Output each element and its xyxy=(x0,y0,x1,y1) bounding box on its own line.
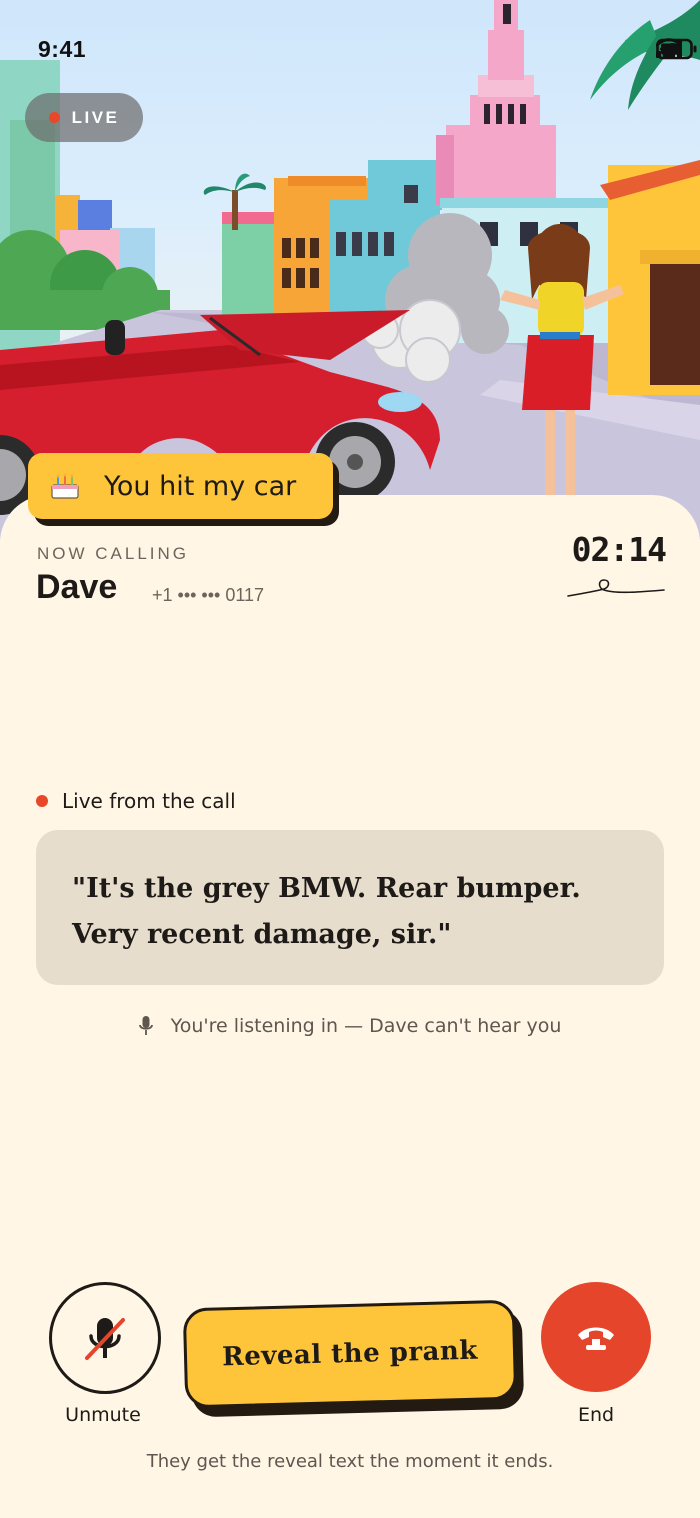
status-bar: 9:41 xyxy=(0,0,700,100)
battery-icon xyxy=(656,38,697,60)
scenario-label: You hit my car xyxy=(104,470,297,502)
transcript-quote: "It's the grey BMW. Rear bumper. Very re… xyxy=(72,873,581,950)
end-call-button[interactable] xyxy=(541,1282,651,1392)
contact-number: +1 ••• ••• 0117 xyxy=(152,585,265,605)
live-dot-icon xyxy=(48,112,60,123)
reveal-prank-button[interactable]: Reveal the prank xyxy=(182,1299,518,1409)
transcript-card: "It's the grey BMW. Rear bumper. Very re… xyxy=(36,830,664,985)
live-dot-icon xyxy=(36,795,48,807)
contact-name: Dave xyxy=(36,568,118,606)
live-transcript-header: Live from the call xyxy=(36,789,236,813)
timer-squiggle-decoration xyxy=(567,579,665,597)
listening-note-text: You're listening in — Dave can't hear yo… xyxy=(170,1015,562,1037)
end-call-label: End xyxy=(577,1404,615,1426)
live-transcript-label: Live from the call xyxy=(62,789,236,813)
live-badge: LIVE xyxy=(25,93,143,142)
microphone-muted-icon xyxy=(85,1318,125,1360)
hang-up-phone-icon xyxy=(578,1327,614,1350)
unmute-button[interactable] xyxy=(49,1282,161,1394)
unmute-label: Unmute xyxy=(65,1404,141,1426)
reveal-prank-label: Reveal the prank xyxy=(221,1335,479,1373)
scenario-tag: You hit my car xyxy=(28,453,333,519)
footer-note: They get the reveal text the moment it e… xyxy=(146,1451,554,1472)
call-timer: 02:14 xyxy=(571,530,667,569)
microphone-icon xyxy=(138,1016,153,1035)
live-badge-label: LIVE xyxy=(71,107,120,127)
status-time: 9:41 xyxy=(38,36,87,62)
call-status-label: NOW CALLING xyxy=(37,544,190,563)
cake-icon xyxy=(51,473,79,499)
listening-note: You're listening in — Dave can't hear yo… xyxy=(0,1015,700,1037)
